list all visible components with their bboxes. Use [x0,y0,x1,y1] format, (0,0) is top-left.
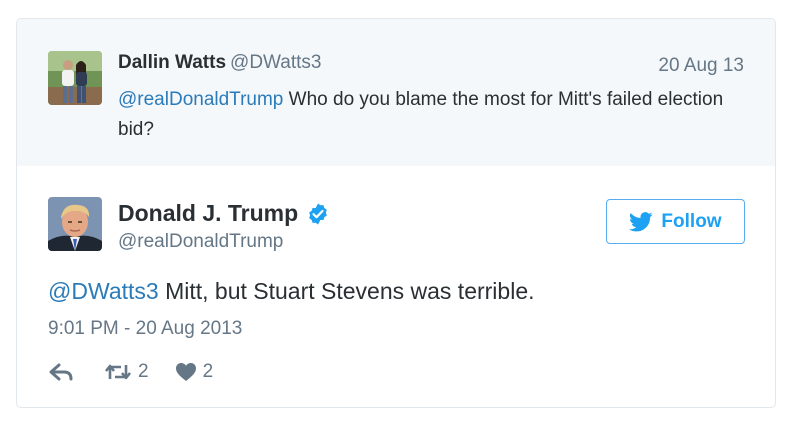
like-count: 2 [202,361,214,382]
in-reply-to-tweet[interactable]: Dallin Watts @DWatts3 20 Aug 13 @realDona… [17,19,775,166]
tweet-timestamp[interactable]: 9:01 PM - 20 Aug 2013 [48,318,242,340]
tweet-body: Mitt, but Stuart Stevens was terrible. [158,278,535,304]
reply-action[interactable] [48,362,74,382]
author-name[interactable]: Donald J. Trump [118,200,330,227]
heart-icon [175,363,196,381]
follow-button[interactable]: Follow [606,199,745,244]
retweet-icon [104,364,132,380]
reply-author-name[interactable]: Dallin Watts @DWatts3 [118,52,321,74]
tweet-text: @DWatts3 Mitt, but Stuart Stevens was te… [48,278,748,305]
tweet-actions: 2 2 [48,360,213,384]
follow-label[interactable]: Follow [661,211,721,233]
dallin-watts-avatar[interactable] [48,51,102,105]
reply-icon [49,363,73,381]
verified-badge-icon [309,203,327,224]
reply-date[interactable]: 20 Aug 13 [658,55,744,77]
tweet-mention-link[interactable]: @DWatts3 [48,278,159,304]
like-action[interactable]: 2 [175,361,214,383]
retweet-action[interactable]: 2 [104,361,149,383]
reply-author-handle[interactable]: @DWatts3 [230,52,321,73]
retweet-count: 2 [138,361,149,382]
donald-trump-avatar[interactable] [48,197,102,251]
tweet-embed-card: Dallin Watts @DWatts3 20 Aug 13 @realDona… [16,18,776,408]
twitter-bird-icon [629,211,654,231]
author-handle[interactable]: @realDonaldTrump [118,231,283,253]
reply-mention-link[interactable]: @realDonaldTrump [118,89,283,110]
reply-text: @realDonaldTrump Who do you blame the mo… [118,85,738,145]
